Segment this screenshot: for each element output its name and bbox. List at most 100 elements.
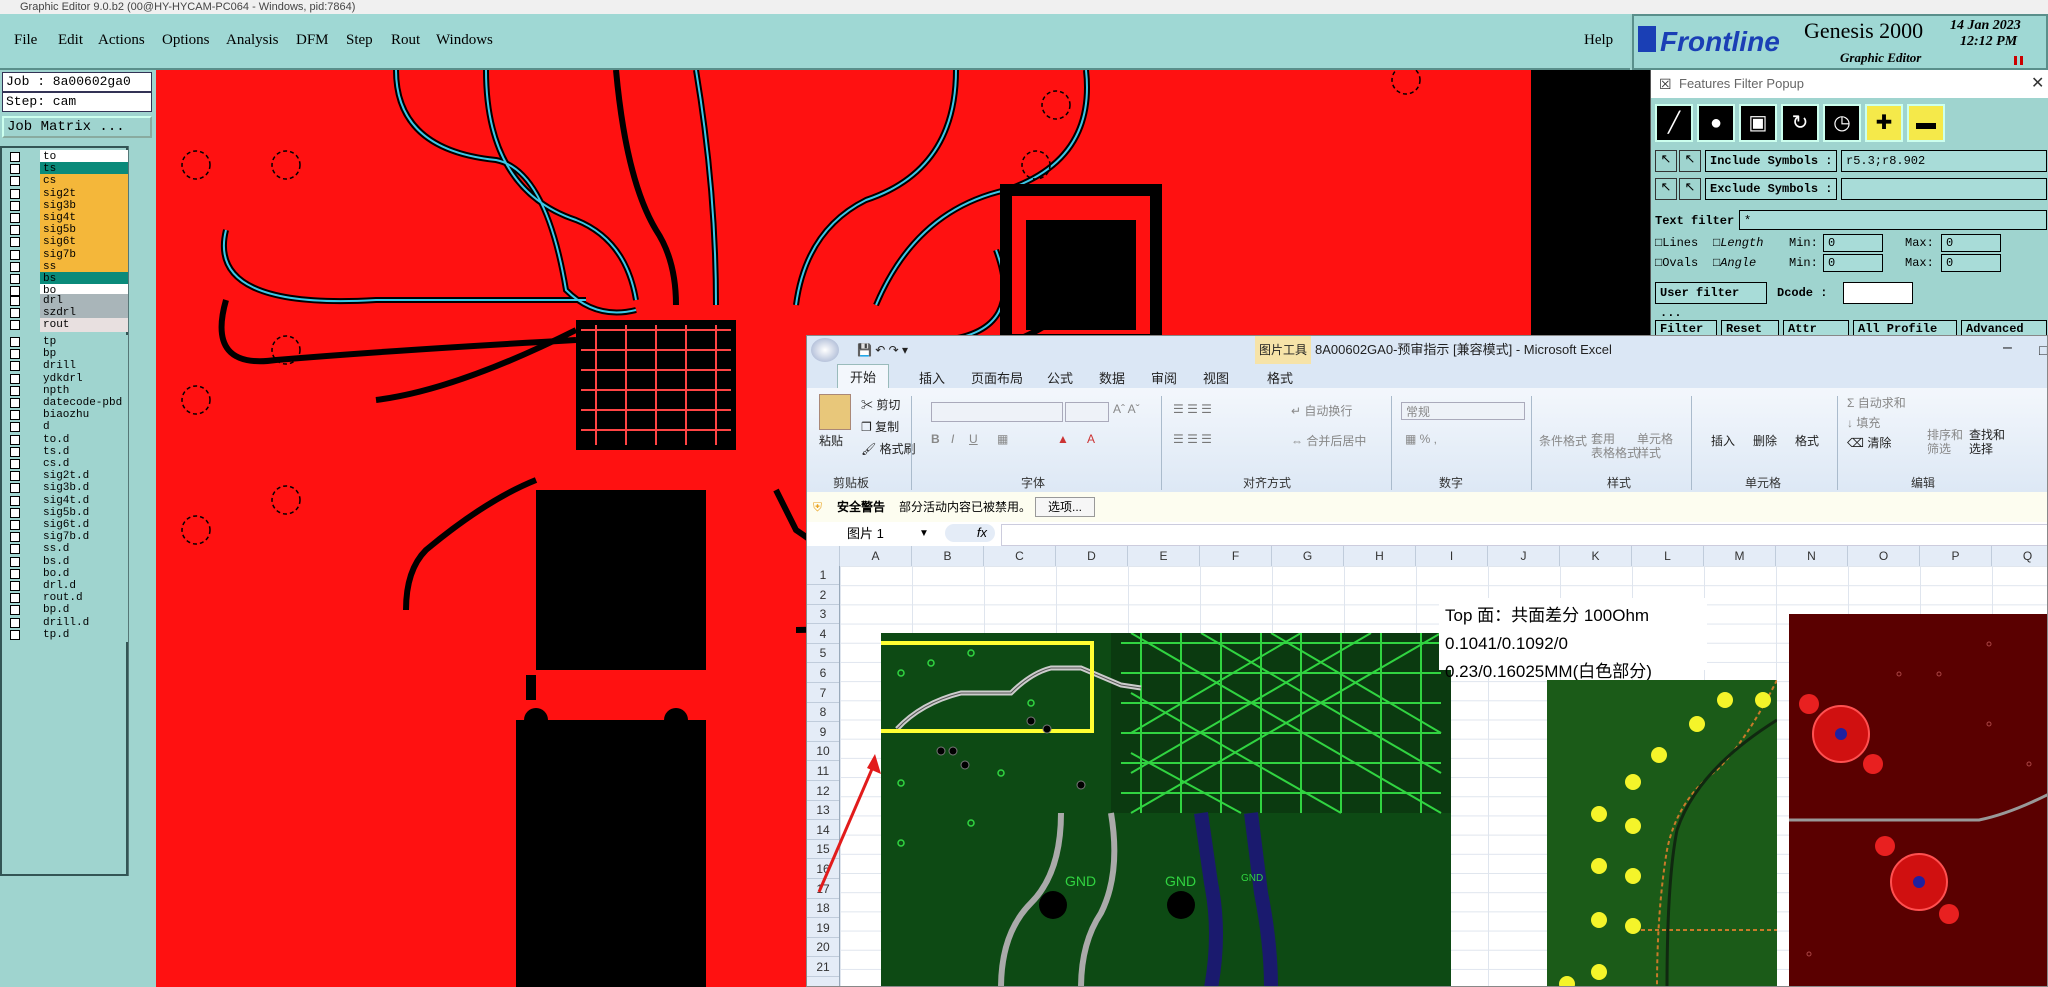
exclude-symbols-button[interactable]: Exclude Symbols :: [1705, 178, 1837, 200]
layer-checkbox[interactable]: [10, 337, 20, 347]
length-min-input[interactable]: 0: [1823, 234, 1883, 252]
text-filter-label: Text filter: [1655, 214, 1735, 228]
menu-rout[interactable]: Rout: [391, 32, 420, 49]
pause-icon: [2014, 56, 2017, 65]
layer-checkbox[interactable]: [10, 434, 20, 445]
menu-help[interactable]: Help: [1584, 32, 1613, 49]
layer-checkbox[interactable]: [10, 349, 20, 360]
job-matrix-button[interactable]: Job Matrix ...: [2, 116, 152, 138]
window-title-bar: Graphic Editor 9.0.b2 (00@HY-HYCAM-PC064…: [0, 0, 2048, 14]
length-min-label: Min:: [1789, 236, 1818, 250]
include-symbols-input[interactable]: r5.3;r8.902: [1841, 150, 2047, 172]
layer-checkbox[interactable]: [10, 249, 20, 260]
menu-file[interactable]: File: [14, 32, 37, 49]
text-filter-input[interactable]: *: [1739, 210, 2047, 230]
exclude-symbols-input[interactable]: [1841, 178, 2047, 200]
layer-checkbox[interactable]: [10, 373, 20, 384]
layer-checkbox[interactable]: [10, 556, 20, 567]
layer-checkbox[interactable]: [10, 200, 20, 211]
layer-checkbox[interactable]: [10, 617, 20, 628]
layer-checkbox[interactable]: [10, 422, 20, 433]
layer-checkbox[interactable]: [10, 532, 20, 543]
layer-checkbox[interactable]: [10, 188, 20, 199]
menu-step[interactable]: Step: [346, 32, 373, 49]
brand-time: 12:12 PM: [1960, 34, 2018, 49]
layer-checkbox[interactable]: [10, 296, 20, 306]
layer-checkbox[interactable]: [10, 629, 20, 640]
embedded-picture-2[interactable]: [1547, 680, 1777, 986]
menu-edit[interactable]: Edit: [58, 32, 83, 49]
layer-checkbox[interactable]: [10, 225, 20, 236]
surface-tool-icon[interactable]: ▣: [1739, 104, 1777, 142]
ovals-checkbox[interactable]: □Ovals: [1655, 256, 1698, 270]
layer-row-rout[interactable]: rout: [10, 318, 132, 333]
brand-panel: Frontline Genesis 2000 Graphic Editor 14…: [1632, 14, 2048, 70]
frontline-logo-icon: [1638, 26, 1656, 52]
features-filter-popup: Features Filter Popup ☒ ✕ ╱ ● ▣ ↻ ◷ ✚ ▬ …: [1650, 70, 2048, 338]
layer-checkbox[interactable]: [10, 520, 20, 530]
length-max-input[interactable]: 0: [1941, 234, 2001, 252]
menu-dfm[interactable]: DFM: [296, 32, 329, 49]
select-arrow-alt-icon[interactable]: ↖: [1679, 150, 1701, 172]
pad-tool-icon[interactable]: ●: [1697, 104, 1735, 142]
layer-checkbox[interactable]: [10, 320, 20, 331]
layer-checkbox[interactable]: [10, 471, 20, 482]
layer-row-tp-d[interactable]: tp.d: [10, 627, 132, 643]
text-tool-icon[interactable]: ◷: [1823, 104, 1861, 142]
layer-checkbox[interactable]: [10, 446, 20, 457]
layer-checkbox[interactable]: [10, 176, 20, 187]
layer-checkbox[interactable]: [10, 593, 20, 604]
annotation-text-box[interactable]: Top 面：共面差分 100Ohm 0.1041/0.1092/0 0.23/0…: [1439, 598, 1707, 681]
angle-min-input[interactable]: 0: [1823, 254, 1883, 272]
layer-name: rout: [40, 318, 132, 333]
layer-checkbox[interactable]: [10, 361, 20, 372]
select-arrow-icon[interactable]: ↖: [1655, 150, 1677, 172]
user-filter-button[interactable]: User filter ...: [1655, 282, 1767, 320]
pause-icon-bar: [2020, 56, 2023, 65]
menu-windows[interactable]: Windows: [436, 32, 493, 49]
embedded-picture-3[interactable]: [1789, 614, 2047, 986]
layer-checkbox[interactable]: [10, 213, 20, 223]
layer-checkbox[interactable]: [10, 385, 20, 396]
pcb-picture-art-3: [1789, 641, 2047, 957]
line-tool-icon[interactable]: ╱: [1655, 104, 1693, 142]
layer-checkbox[interactable]: [10, 459, 20, 469]
layer-checkbox[interactable]: [10, 410, 20, 421]
menubar: File Edit Actions Options Analysis DFM S…: [0, 14, 1630, 70]
layer-checkbox[interactable]: [10, 164, 20, 175]
negative-polarity-icon[interactable]: ▬: [1907, 104, 1945, 142]
menu-actions[interactable]: Actions: [98, 32, 145, 49]
angle-checkbox[interactable]: □Angle: [1713, 256, 1756, 270]
select-arrow-icon-2[interactable]: ↖: [1655, 178, 1677, 200]
brand-logo: Frontline: [1660, 26, 1780, 57]
select-arrow-alt-icon-2[interactable]: ↖: [1679, 178, 1701, 200]
layer-checkbox[interactable]: [10, 568, 20, 579]
menu-analysis[interactable]: Analysis: [226, 32, 279, 49]
layer-checkbox[interactable]: [10, 605, 20, 616]
job-field: Job : 8a00602ga0: [2, 72, 152, 92]
include-symbols-button[interactable]: Include Symbols :: [1705, 150, 1837, 172]
layer-checkbox[interactable]: [10, 507, 20, 518]
menu-options[interactable]: Options: [162, 32, 210, 49]
layer-checkbox[interactable]: [10, 483, 20, 494]
layer-checkbox[interactable]: [10, 581, 20, 591]
positive-polarity-icon[interactable]: ✚: [1865, 104, 1903, 142]
pcb-picture-art-2: [1559, 680, 1777, 986]
canvas-dark-region: [1531, 70, 1650, 335]
layer-checkbox[interactable]: [10, 152, 20, 162]
arc-tool-icon[interactable]: ↻: [1781, 104, 1819, 142]
angle-max-input[interactable]: 0: [1941, 254, 2001, 272]
close-icon[interactable]: ✕: [2031, 70, 2044, 98]
angle-max-label: Max:: [1905, 256, 1934, 270]
layer-checkbox[interactable]: [10, 544, 20, 555]
layer-checkbox[interactable]: [10, 495, 20, 506]
layer-list-scrollbar[interactable]: [128, 146, 155, 876]
layer-checkbox[interactable]: [10, 261, 20, 272]
dcode-input[interactable]: [1843, 282, 1913, 304]
layer-checkbox[interactable]: [10, 237, 20, 248]
length-checkbox[interactable]: □Length: [1713, 236, 1763, 250]
layer-checkbox[interactable]: [10, 308, 20, 319]
lines-checkbox[interactable]: □Lines: [1655, 236, 1698, 250]
layer-checkbox[interactable]: [10, 274, 20, 284]
layer-checkbox[interactable]: [10, 398, 20, 408]
